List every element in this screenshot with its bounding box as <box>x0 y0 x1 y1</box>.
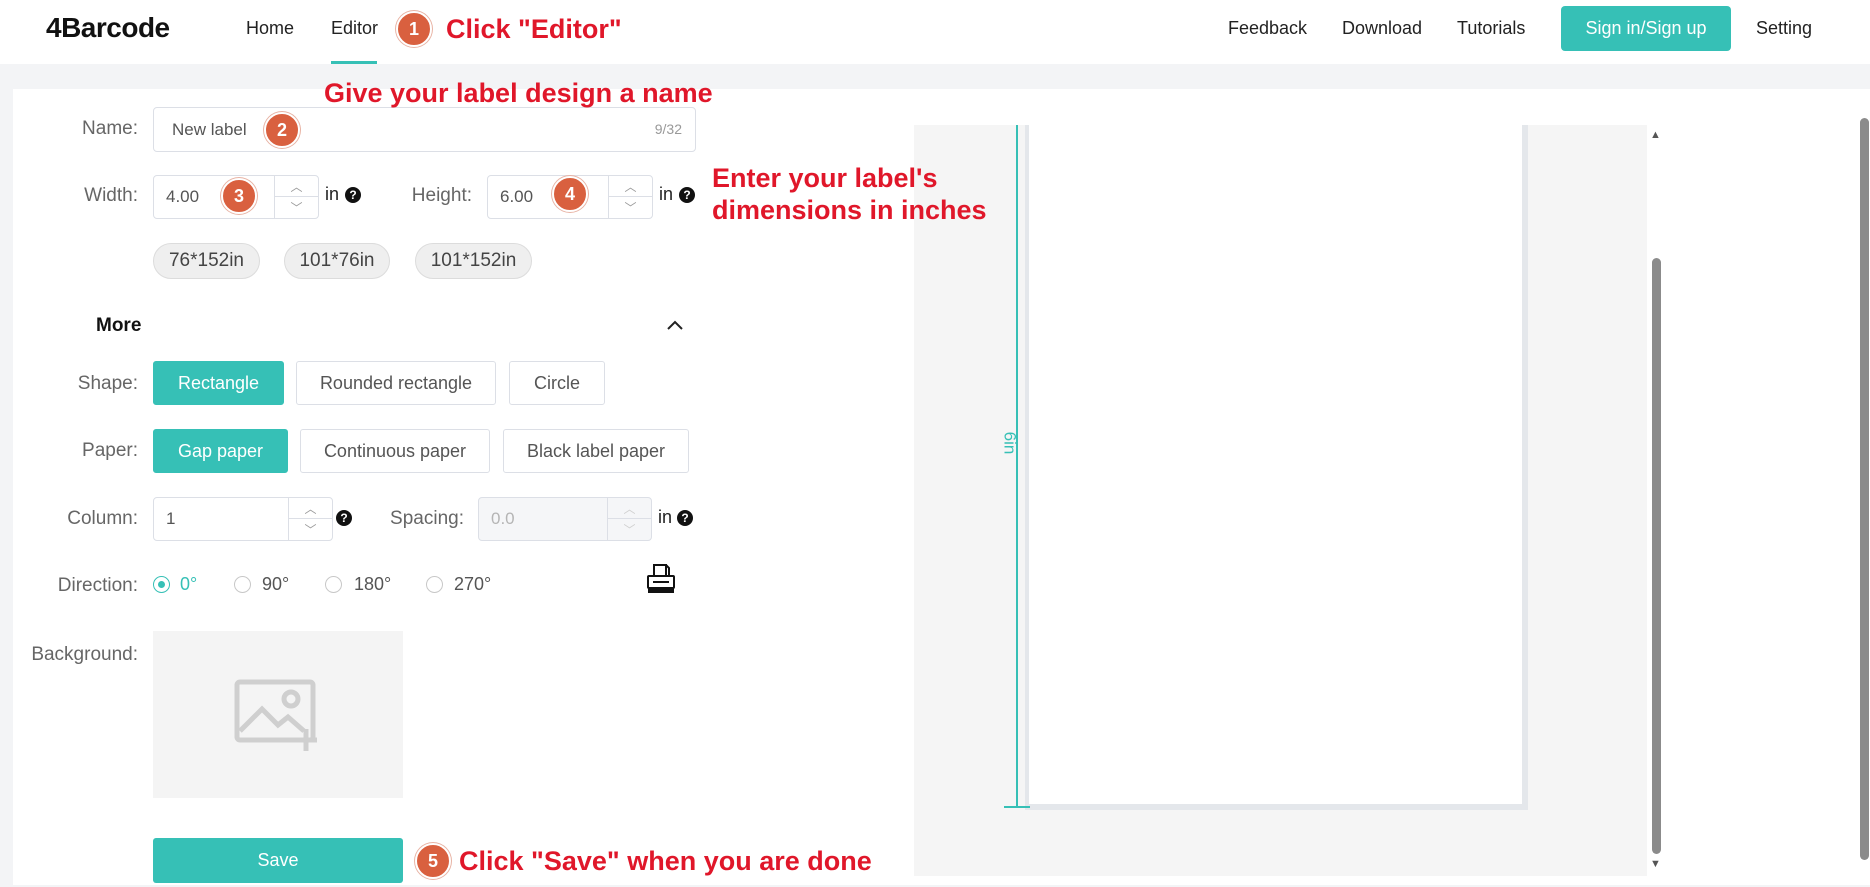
width-stepper: ︿ ﹀ <box>274 176 318 218</box>
scroll-up-arrow[interactable]: ▲ <box>1650 129 1661 141</box>
nav-home[interactable]: Home <box>246 18 294 39</box>
height-value: 6.00 <box>500 187 534 206</box>
logo[interactable]: 4Barcode <box>46 12 170 44</box>
height-decrement-button[interactable]: ﹀ <box>609 197 652 218</box>
background-label: Background: <box>31 644 138 665</box>
height-unit: in <box>659 184 674 204</box>
width-decrement-button[interactable]: ﹀ <box>275 197 318 218</box>
help-icon[interactable]: ? <box>336 510 352 526</box>
save-button[interactable]: Save <box>153 838 403 883</box>
nav-editor[interactable]: Editor <box>331 18 378 39</box>
chevron-up-icon[interactable] <box>665 315 685 335</box>
help-icon[interactable]: ? <box>677 510 693 526</box>
nav-setting[interactable]: Setting <box>1756 18 1812 39</box>
column-input[interactable]: 1 ︿ ﹀ <box>153 497 333 541</box>
name-label: Name: <box>82 118 138 139</box>
height-ruler-line <box>1016 125 1018 807</box>
direction-radio-270[interactable] <box>426 576 443 593</box>
paper-option[interactable]: Black label paper <box>503 429 689 473</box>
step-badge: 2 <box>264 112 300 148</box>
spacing-value: 0.0 <box>491 509 515 528</box>
image-add-icon <box>234 679 322 751</box>
column-increment-button[interactable]: ︿ <box>289 498 332 519</box>
scroll-down-arrow[interactable]: ▼ <box>1650 858 1661 870</box>
height-label: Height: <box>411 185 472 206</box>
nav-download[interactable]: Download <box>1342 18 1422 39</box>
nav-active-indicator <box>331 61 377 64</box>
step-badge: 5 <box>415 843 451 879</box>
direction-option-label: 90° <box>262 574 290 594</box>
preset-chip[interactable]: 101*76in <box>284 243 390 279</box>
column-value: 1 <box>166 509 176 528</box>
printer-icon[interactable] <box>645 563 677 595</box>
spacing-unit: in <box>658 507 673 527</box>
height-stepper: ︿ ﹀ <box>608 176 652 218</box>
spacing-label: Spacing: <box>390 508 464 529</box>
width-unit: in <box>325 184 340 204</box>
preset-chip[interactable]: 101*152in <box>415 243 532 279</box>
annotation-dimension-hint: Enter your label's <box>712 163 938 193</box>
width-increment-button[interactable]: ︿ <box>275 176 318 197</box>
step-badge: 3 <box>221 178 257 214</box>
direction-radio-90[interactable] <box>234 576 251 593</box>
name-value: New label <box>172 119 247 139</box>
annotation-name-hint: Give your label design a name <box>324 78 713 108</box>
paper-option[interactable]: Continuous paper <box>300 429 490 473</box>
name-char-count: 9/32 <box>654 121 682 137</box>
direction-option-label: 180° <box>354 574 392 594</box>
shape-label: Shape: <box>77 373 138 394</box>
page-scrollbar-thumb[interactable] <box>1860 118 1869 860</box>
direction-option-label: 270° <box>454 574 492 594</box>
nav-tutorials[interactable]: Tutorials <box>1457 18 1525 39</box>
spacing-stepper: ︿ ﹀ <box>607 498 651 540</box>
spacing-increment-button[interactable]: ︿ <box>608 498 651 519</box>
shape-option[interactable]: Rectangle <box>153 361 284 405</box>
label-paper <box>1025 125 1528 810</box>
step-badge: 1 <box>396 11 432 47</box>
column-decrement-button[interactable]: ﹀ <box>289 519 332 540</box>
spacing-decrement-button[interactable]: ﹀ <box>608 519 651 540</box>
help-icon[interactable]: ? <box>679 187 695 203</box>
paper-label: Paper: <box>82 440 138 461</box>
column-stepper: ︿ ﹀ <box>288 498 332 540</box>
width-value: 4.00 <box>166 187 200 206</box>
direction-option-label: 0° <box>180 574 198 594</box>
nav-feedback[interactable]: Feedback <box>1228 18 1307 39</box>
shape-option[interactable]: Rounded rectangle <box>296 361 496 405</box>
preset-chip[interactable]: 76*152in <box>153 243 260 279</box>
top-navbar: 4Barcode Home Editor Feedback Download T… <box>0 0 1870 64</box>
step-badge: 4 <box>552 176 588 212</box>
background-upload[interactable] <box>153 631 403 798</box>
label-preview-canvas[interactable]: 6in <box>914 125 1647 876</box>
annotation-save-hint: Click "Save" when you are done <box>459 846 872 876</box>
sign-in-button[interactable]: Sign in/Sign up <box>1561 6 1731 51</box>
shape-option[interactable]: Circle <box>509 361 605 405</box>
direction-label: Direction: <box>57 575 138 596</box>
height-increment-button[interactable]: ︿ <box>609 176 652 197</box>
preview-scrollbar-thumb[interactable] <box>1652 258 1661 854</box>
paper-option[interactable]: Gap paper <box>153 429 288 473</box>
name-input[interactable]: New label 9/32 <box>153 107 696 152</box>
height-ruler-tick <box>1004 806 1030 808</box>
help-icon[interactable]: ? <box>345 187 361 203</box>
more-section-title: More <box>96 315 142 336</box>
direction-radio-180[interactable] <box>325 576 342 593</box>
direction-radio-0[interactable] <box>153 576 170 593</box>
spacing-input[interactable]: 0.0 ︿ ﹀ <box>478 497 652 541</box>
annotation-dimension-hint: dimensions in inches <box>712 195 987 225</box>
width-label: Width: <box>84 185 138 206</box>
height-ruler-label: 6in <box>1000 431 1020 455</box>
annotation-click-editor: Click "Editor" <box>446 14 622 44</box>
column-label: Column: <box>67 508 138 529</box>
